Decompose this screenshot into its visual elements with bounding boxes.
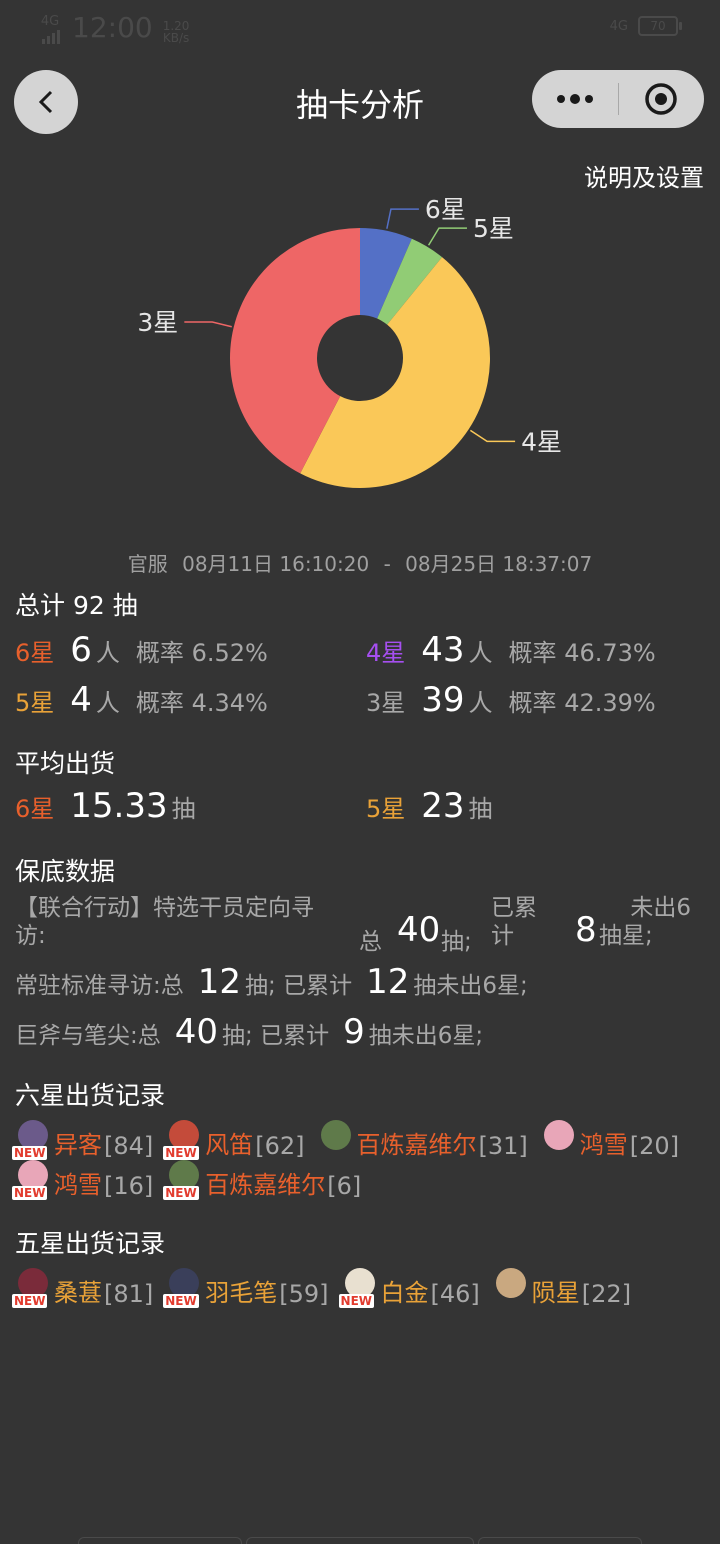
more-dots-icon	[556, 94, 593, 104]
pull-count: [81]	[104, 1280, 154, 1308]
record-item[interactable]: NEW 桑葚 [81]	[12, 1268, 153, 1308]
record-item[interactable]: 鸿雪 [20]	[538, 1120, 679, 1160]
pie-label: 5星	[473, 214, 514, 243]
pity-row-joint: 【联合行动】特选干员定向寻 访: 总 40 抽; 已累 计 8 未出6 抽星;	[15, 895, 691, 955]
operator-avatar	[538, 1120, 578, 1160]
new-badge: NEW	[12, 1294, 48, 1308]
range-end: 08月25日 18:37:07	[405, 552, 593, 576]
six-star-records: NEW 异客 [84] NEW 风笛 [62] 百炼嘉维尔 [31] 鸿雪 [20] NEW 鸿雪 [1…	[12, 1120, 712, 1200]
range-separator: -	[383, 552, 391, 576]
pie-leader-line	[427, 227, 467, 246]
operator-name: 羽毛笔	[205, 1279, 278, 1307]
operator-name: 风笛	[205, 1131, 254, 1159]
record-item[interactable]: NEW 风笛 [62]	[163, 1120, 305, 1160]
pie-label: 4星	[521, 427, 562, 456]
operator-name: 桑葚	[54, 1279, 102, 1307]
record-item[interactable]: 陨星 [22]	[490, 1268, 631, 1308]
network-speed: 1.20 KB/s	[162, 19, 190, 45]
pity-row-event: 巨斧与笔尖:总 40 抽; 已累计 9 抽未出6星;	[15, 1012, 484, 1052]
pie-leader-line	[184, 321, 232, 328]
status-time: 12:00	[72, 11, 153, 44]
record-item[interactable]: NEW 羽毛笔 [59]	[163, 1268, 329, 1308]
operator-avatar: NEW	[12, 1160, 52, 1200]
signal-icon	[42, 28, 60, 44]
more-button[interactable]	[532, 70, 618, 128]
server-label: 官服	[127, 552, 168, 576]
pie-leader-line	[469, 429, 516, 443]
pull-count: [62]	[255, 1132, 305, 1160]
six-star-records-title: 六星出货记录	[15, 1081, 166, 1110]
operator-avatar: NEW	[12, 1120, 52, 1160]
total-count: 92	[72, 591, 105, 620]
pie-label: 6星	[425, 195, 466, 224]
network-type: 4G	[40, 14, 60, 29]
record-item[interactable]: NEW 百炼嘉维尔 [6]	[163, 1160, 361, 1200]
operator-avatar: NEW	[163, 1120, 203, 1160]
pity-title: 保底数据	[15, 857, 116, 886]
pull-count: [20]	[629, 1132, 680, 1160]
pull-count: [31]	[478, 1132, 528, 1160]
new-badge: NEW	[163, 1146, 199, 1160]
pull-count: [46]	[430, 1280, 480, 1308]
operator-avatar: NEW	[163, 1160, 203, 1200]
new-badge: NEW	[12, 1146, 48, 1160]
pull-count: [16]	[104, 1172, 154, 1200]
status-bar: 4G 12:00 1.20 KB/s 4G 70	[0, 0, 720, 56]
pull-count: [22]	[581, 1280, 632, 1308]
pull-count: [6]	[327, 1172, 362, 1200]
five-star-records: NEW 桑葚 [81] NEW 羽毛笔 [59] NEW 白金 [46] 陨星 [22]	[12, 1268, 712, 1308]
nav-bar: 抽卡分析	[0, 70, 720, 134]
operator-avatar	[490, 1268, 530, 1308]
pie-leader-line	[386, 208, 419, 229]
pity-row-standard: 常驻标准寻访:总 12 抽; 已累计 12 抽未出6星;	[15, 962, 528, 1002]
pull-count: [59]	[279, 1280, 329, 1308]
average-5star: 5星 23 抽	[366, 786, 493, 826]
bottom-edge-tabs	[78, 1537, 642, 1544]
new-badge: NEW	[338, 1294, 375, 1308]
new-badge: NEW	[163, 1186, 199, 1200]
five-star-records-title: 五星出货记录	[15, 1229, 166, 1258]
operator-name: 异客	[54, 1131, 102, 1159]
operator-name: 百炼嘉维尔	[205, 1171, 326, 1199]
battery-icon: 70	[638, 16, 682, 36]
operator-name: 白金	[380, 1279, 429, 1307]
date-range: 官服 08月11日 16:10:20 - 08月25日 18:37:07	[0, 548, 720, 577]
mini-program-capsule	[532, 70, 704, 128]
star-distribution-chart: 6星5星 4星 3星	[137, 195, 562, 489]
operator-name: 百炼嘉维尔	[356, 1131, 477, 1159]
stat-4star: 4星 43 人 概率 46.73%	[366, 630, 656, 670]
operator-name: 陨星	[531, 1279, 580, 1307]
pull-count: [84]	[104, 1132, 154, 1160]
record-item[interactable]: 百炼嘉维尔 [31]	[315, 1120, 528, 1160]
record-item[interactable]: NEW 白金 [46]	[338, 1268, 480, 1308]
pie-label: 3星	[137, 308, 178, 337]
average-6star: 6星 15.33 抽	[15, 786, 196, 826]
new-badge: NEW	[12, 1186, 48, 1200]
stat-5star: 5星 4 人 概率 4.34%	[15, 680, 268, 720]
operator-avatar: NEW	[12, 1268, 52, 1308]
average-title: 平均出货	[15, 749, 116, 778]
target-circle-icon	[645, 83, 677, 115]
operator-name: 鸿雪	[579, 1131, 628, 1159]
right-network-type: 4G	[609, 18, 628, 34]
record-item[interactable]: NEW 异客 [84]	[12, 1120, 153, 1160]
stat-6star: 6星 6 人 概率 6.52%	[15, 630, 268, 670]
close-button[interactable]	[619, 70, 705, 128]
range-start: 08月11日 16:10:20	[182, 552, 370, 576]
total-title: 总计 92 抽	[15, 591, 138, 620]
operator-avatar	[315, 1120, 355, 1160]
operator-name: 鸿雪	[54, 1171, 102, 1199]
stat-3star: 3星 39 人 概率 42.39%	[366, 680, 656, 720]
operator-avatar: NEW	[338, 1268, 379, 1308]
operator-avatar: NEW	[163, 1268, 203, 1308]
record-item[interactable]: NEW 鸿雪 [16]	[12, 1160, 153, 1200]
new-badge: NEW	[163, 1294, 199, 1308]
